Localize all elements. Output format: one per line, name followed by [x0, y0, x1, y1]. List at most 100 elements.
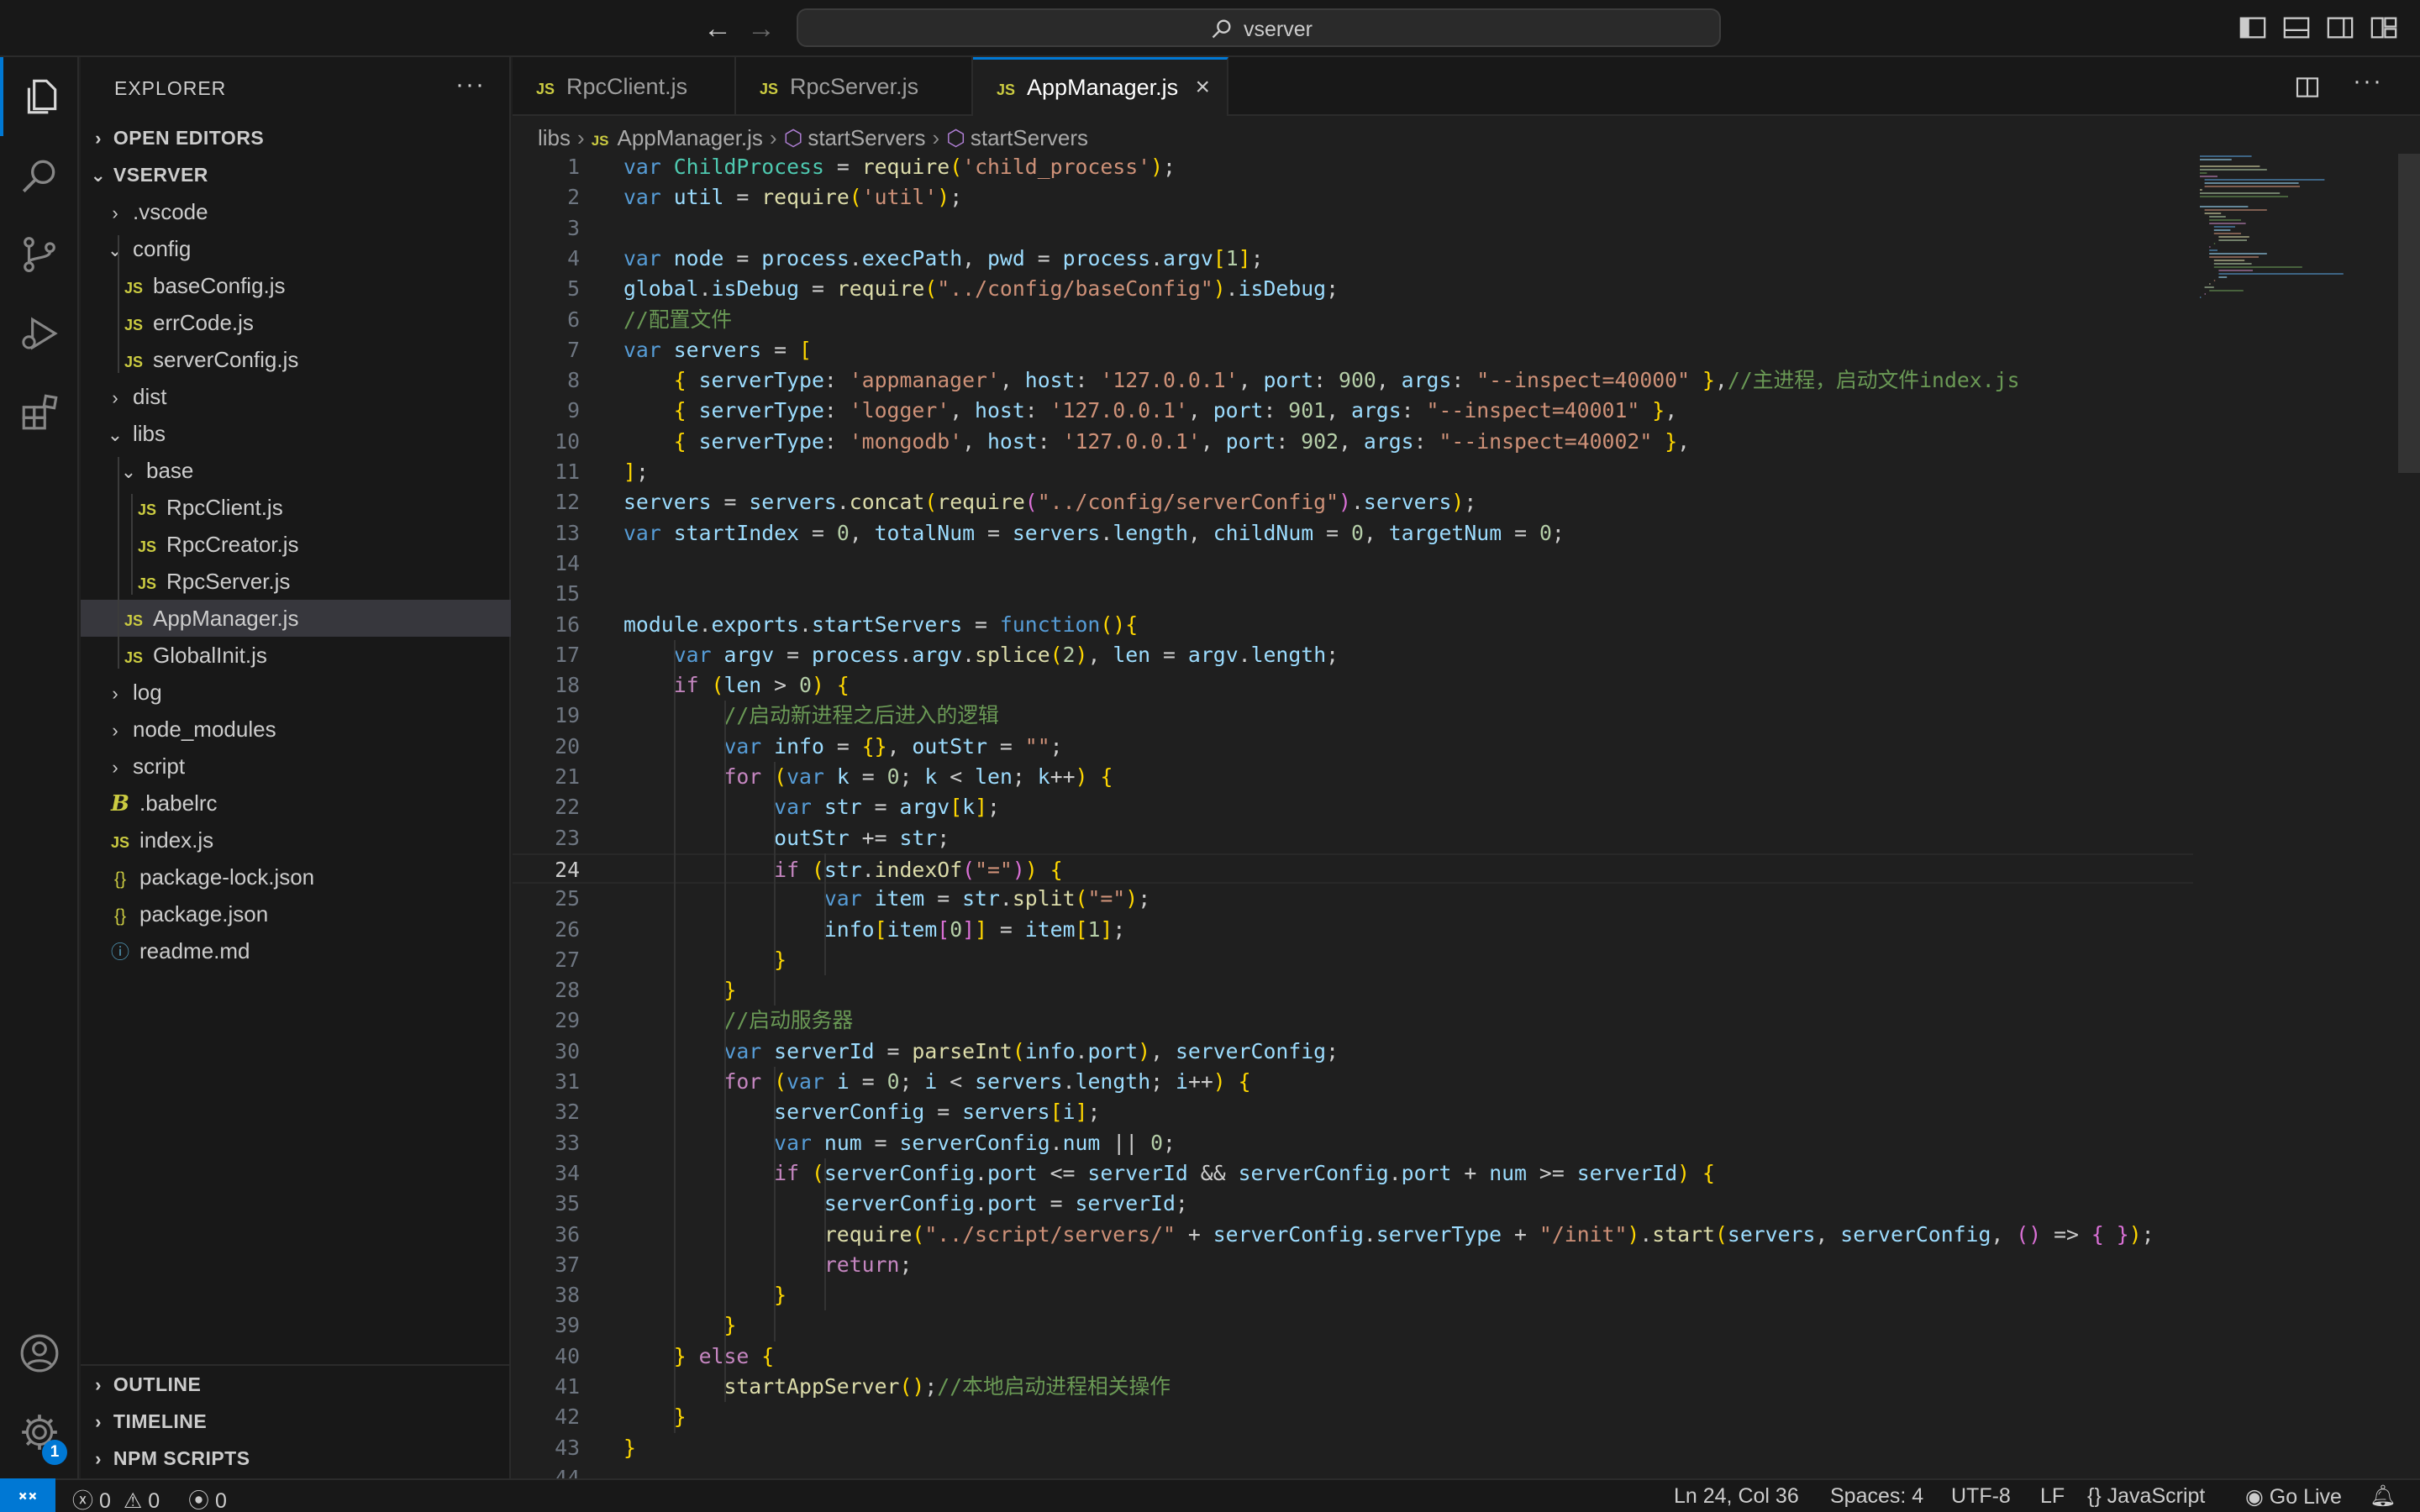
- code-line[interactable]: 4 var node = process.execPath, pwd = proc…: [513, 244, 2193, 274]
- code-line[interactable]: 3: [513, 213, 2193, 244]
- code-line[interactable]: 30 var serverId = parseInt(info.port), s…: [513, 1037, 2193, 1067]
- more-actions-icon[interactable]: ···: [2353, 67, 2383, 96]
- folder-item[interactable]: › dist: [81, 378, 511, 415]
- code-line[interactable]: 42 }: [513, 1402, 2193, 1432]
- code-line[interactable]: 33 var num = serverConfig.num || 0;: [513, 1128, 2193, 1158]
- code-line[interactable]: 23 outStr += str;: [513, 823, 2193, 853]
- folder-item[interactable]: › script: [81, 748, 511, 785]
- code-line[interactable]: 16 module.exports.startServers = function…: [513, 610, 2193, 640]
- breadcrumb-file[interactable]: AppManager.js: [617, 125, 762, 150]
- file-item[interactable]: JS RpcServer.js: [81, 563, 511, 600]
- code-line[interactable]: 27 }: [513, 945, 2193, 975]
- file-item[interactable]: JS AppManager.js: [81, 600, 511, 637]
- code-line[interactable]: 18 if (len > 0) {: [513, 670, 2193, 701]
- code-line[interactable]: 22 var str = argv[k];: [513, 792, 2193, 822]
- file-item[interactable]: JS GlobalInit.js: [81, 637, 511, 674]
- code-line[interactable]: 35 serverConfig.port = serverId;: [513, 1189, 2193, 1219]
- file-item[interactable]: {} package.json: [81, 895, 511, 932]
- code-line[interactable]: 26 info[item[0]] = item[1];: [513, 915, 2193, 945]
- folder-item[interactable]: ⌄ config: [81, 230, 511, 267]
- code-line[interactable]: 2 var util = require('util');: [513, 182, 2193, 213]
- file-item[interactable]: JS baseConfig.js: [81, 267, 511, 304]
- code-line[interactable]: 7 var servers = [: [513, 335, 2193, 365]
- vertical-scrollbar[interactable]: [2398, 154, 2420, 473]
- toggle-secondary-sidebar-icon[interactable]: [2326, 13, 2354, 42]
- code-line[interactable]: 14: [513, 549, 2193, 579]
- toggle-primary-sidebar-icon[interactable]: [2238, 13, 2267, 42]
- code-line[interactable]: 12 servers = servers.concat(require("../c…: [513, 487, 2193, 517]
- code-line[interactable]: 5 global.isDebug = require("../config/bas…: [513, 274, 2193, 304]
- code-line[interactable]: 28 }: [513, 975, 2193, 1005]
- remote-indicator[interactable]: [0, 1478, 55, 1512]
- code-editor[interactable]: 1 var ChildProcess = require('child_proce…: [513, 152, 2193, 1512]
- split-editor-icon[interactable]: [2294, 74, 2321, 101]
- run-debug-activity[interactable]: [0, 294, 79, 373]
- npm-scripts-section[interactable]: › NPM SCRIPTS: [81, 1440, 511, 1477]
- code-line[interactable]: 13 var startIndex = 0, totalNum = servers…: [513, 518, 2193, 549]
- folder-item[interactable]: › log: [81, 674, 511, 711]
- file-item[interactable]: JS index.js: [81, 822, 511, 858]
- code-line[interactable]: 9 { serverType: 'logger', host: '127.0.0…: [513, 396, 2193, 426]
- code-line[interactable]: 15: [513, 579, 2193, 609]
- cursor-position[interactable]: Ln 24, Col 36: [1674, 1484, 1799, 1509]
- code-line[interactable]: 37 return;: [513, 1250, 2193, 1280]
- accounts-activity[interactable]: [0, 1314, 79, 1393]
- explorer-activity[interactable]: [0, 57, 79, 136]
- file-item[interactable]: JS serverConfig.js: [81, 341, 511, 378]
- ports-indicator[interactable]: ⦿ 0: [188, 1484, 227, 1512]
- source-control-activity[interactable]: [0, 215, 79, 294]
- back-arrow-icon[interactable]: ←: [699, 10, 736, 47]
- code-line[interactable]: 43}: [513, 1433, 2193, 1463]
- code-line[interactable]: 21 for (var k = 0; k < len; k++) {: [513, 762, 2193, 792]
- file-item[interactable]: JS RpcCreator.js: [81, 526, 511, 563]
- workspace-section[interactable]: ⌄ VSERVER: [81, 156, 511, 193]
- tab-rpcclient[interactable]: JS RpcClient.js: [513, 57, 736, 116]
- manage-activity[interactable]: 1: [0, 1393, 79, 1472]
- close-icon[interactable]: ×: [1195, 60, 1210, 115]
- customize-layout-icon[interactable]: [2370, 13, 2398, 42]
- code-line[interactable]: 29 //启动服务器: [513, 1005, 2193, 1036]
- folder-item[interactable]: › node_modules: [81, 711, 511, 748]
- language-mode[interactable]: {} JavaScript: [2087, 1484, 2205, 1509]
- extensions-activity[interactable]: [0, 373, 79, 452]
- problems-indicator[interactable]: ⓧ 0 ⚠ 0: [72, 1484, 160, 1512]
- breadcrumb-symbol[interactable]: startServers: [971, 125, 1088, 150]
- indentation[interactable]: Spaces: 4: [1830, 1484, 1923, 1509]
- code-line[interactable]: 31 for (var i = 0; i < servers.length; i…: [513, 1067, 2193, 1097]
- go-live-button[interactable]: ◉ Go Live: [2245, 1484, 2342, 1509]
- search-activity[interactable]: [0, 136, 79, 215]
- code-line[interactable]: 36 require("../script/servers/" + server…: [513, 1220, 2193, 1250]
- folder-item[interactable]: ⌄ base: [81, 452, 511, 489]
- code-line[interactable]: 1 var ChildProcess = require('child_proce…: [513, 152, 2193, 182]
- folder-item[interactable]: › .vscode: [81, 193, 511, 230]
- code-line[interactable]: 10 { serverType: 'mongodb', host: '127.0…: [513, 427, 2193, 457]
- code-line[interactable]: 6 //配置文件: [513, 305, 2193, 335]
- code-line[interactable]: 32 serverConfig = servers[i];: [513, 1097, 2193, 1127]
- open-editors-section[interactable]: › OPEN EDITORS: [81, 119, 511, 156]
- file-item[interactable]: JS errCode.js: [81, 304, 511, 341]
- more-actions-icon[interactable]: ···: [455, 71, 486, 99]
- file-item[interactable]: B .babelrc: [81, 785, 511, 822]
- end-of-line[interactable]: LF: [2040, 1484, 2065, 1509]
- code-line[interactable]: 8 { serverType: 'appmanager', host: '127…: [513, 365, 2193, 396]
- folder-item[interactable]: ⌄ libs: [81, 415, 511, 452]
- code-line[interactable]: 41 startAppServer();//本地启动进程相关操作: [513, 1372, 2193, 1402]
- code-line[interactable]: 39 }: [513, 1310, 2193, 1341]
- file-item[interactable]: ⓘ readme.md: [81, 932, 511, 969]
- command-center-search[interactable]: vserver: [797, 8, 1721, 47]
- breadcrumb-symbol[interactable]: startServers: [808, 125, 925, 150]
- code-line[interactable]: 17 var argv = process.argv.splice(2), le…: [513, 640, 2193, 670]
- file-item[interactable]: JS RpcClient.js: [81, 489, 511, 526]
- encoding[interactable]: UTF-8: [1951, 1484, 2011, 1509]
- outline-section[interactable]: › OUTLINE: [81, 1366, 511, 1403]
- code-line[interactable]: 38 }: [513, 1280, 2193, 1310]
- code-line[interactable]: 34 if (serverConfig.port <= serverId && …: [513, 1158, 2193, 1189]
- tab-appmanager[interactable]: JS AppManager.js ×: [973, 57, 1228, 116]
- forward-arrow-icon[interactable]: →: [743, 10, 780, 47]
- tab-rpcserver[interactable]: JS RpcServer.js: [736, 57, 973, 116]
- code-line[interactable]: 24 if (str.indexOf("=")) {: [513, 853, 2193, 884]
- breadcrumb-folder[interactable]: libs: [538, 125, 571, 150]
- toggle-panel-icon[interactable]: [2282, 13, 2311, 42]
- timeline-section[interactable]: › TIMELINE: [81, 1403, 511, 1440]
- code-line[interactable]: 19 //启动新进程之后进入的逻辑: [513, 701, 2193, 731]
